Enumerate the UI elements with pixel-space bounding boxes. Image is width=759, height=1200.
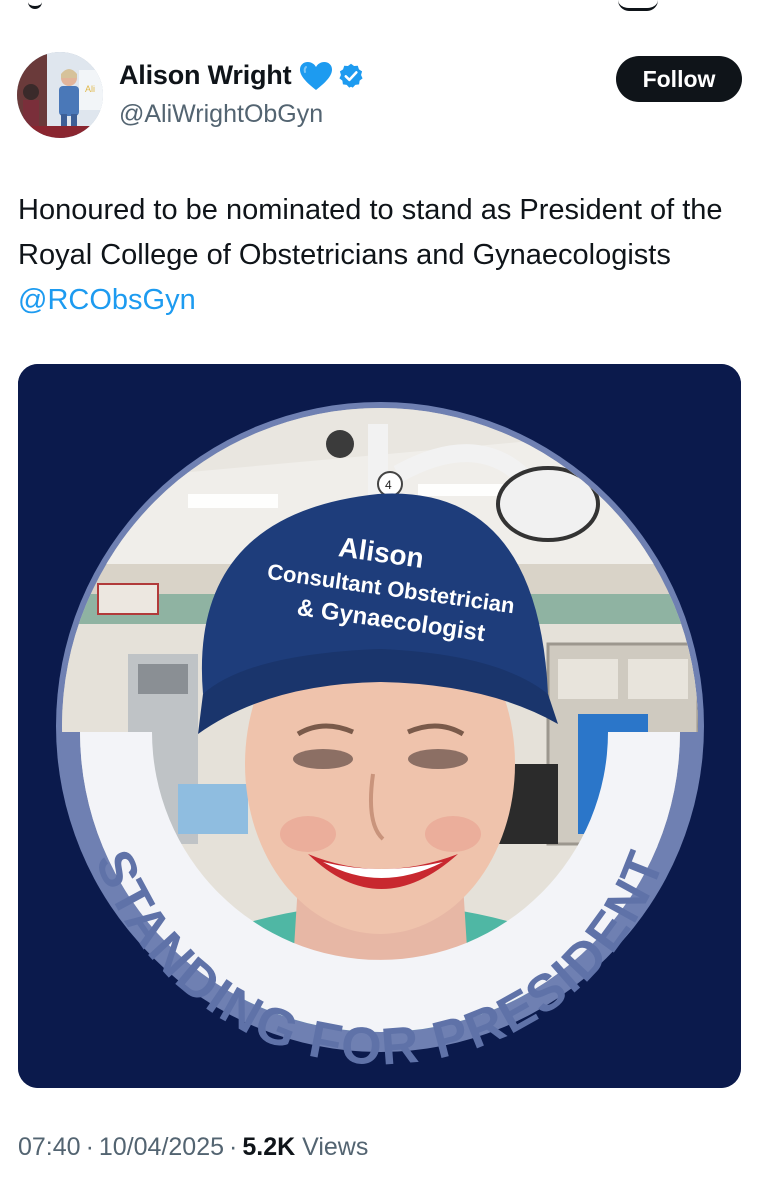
- tweet-text: Honoured to be nominated to stand as Pre…: [18, 188, 742, 323]
- follow-button[interactable]: Follow: [616, 56, 742, 102]
- author-handle[interactable]: @AliWrightObGyn: [119, 100, 323, 129]
- avatar-backdrop-text: Ali: [85, 84, 95, 94]
- tweet-date[interactable]: 10/04/2025: [99, 1133, 224, 1161]
- avatar[interactable]: Ali: [17, 52, 103, 138]
- previous-post-fragment: [0, 0, 759, 14]
- tweet-header: Ali Alison Wright @AliWrightObGyn Follow: [17, 52, 742, 140]
- tweet-text-body: Honoured to be nominated to stand as Pre…: [18, 194, 723, 271]
- tweet-meta: 07:40 · 10/04/2025 · 5.2K Views: [18, 1133, 368, 1162]
- fragment-mark-right: [618, 0, 658, 11]
- blue-heart-icon: [299, 61, 333, 91]
- meta-separator: ·: [229, 1133, 238, 1161]
- lamp-number: 4: [385, 478, 392, 492]
- mention-link[interactable]: @RCObsGyn: [18, 284, 196, 316]
- author-name[interactable]: Alison Wright: [119, 60, 292, 91]
- author-name-row: Alison Wright: [119, 60, 365, 91]
- verified-badge-icon[interactable]: [337, 62, 365, 90]
- meta-separator: ·: [85, 1133, 94, 1161]
- views-label: Views: [302, 1133, 369, 1161]
- tweet-media-image[interactable]: 4 Alison Consultant Obstetrician & Gynae…: [18, 364, 741, 1088]
- tweet-time[interactable]: 07:40: [18, 1133, 81, 1161]
- fragment-mark-left: [28, 0, 42, 9]
- views-count: 5.2K: [242, 1133, 296, 1161]
